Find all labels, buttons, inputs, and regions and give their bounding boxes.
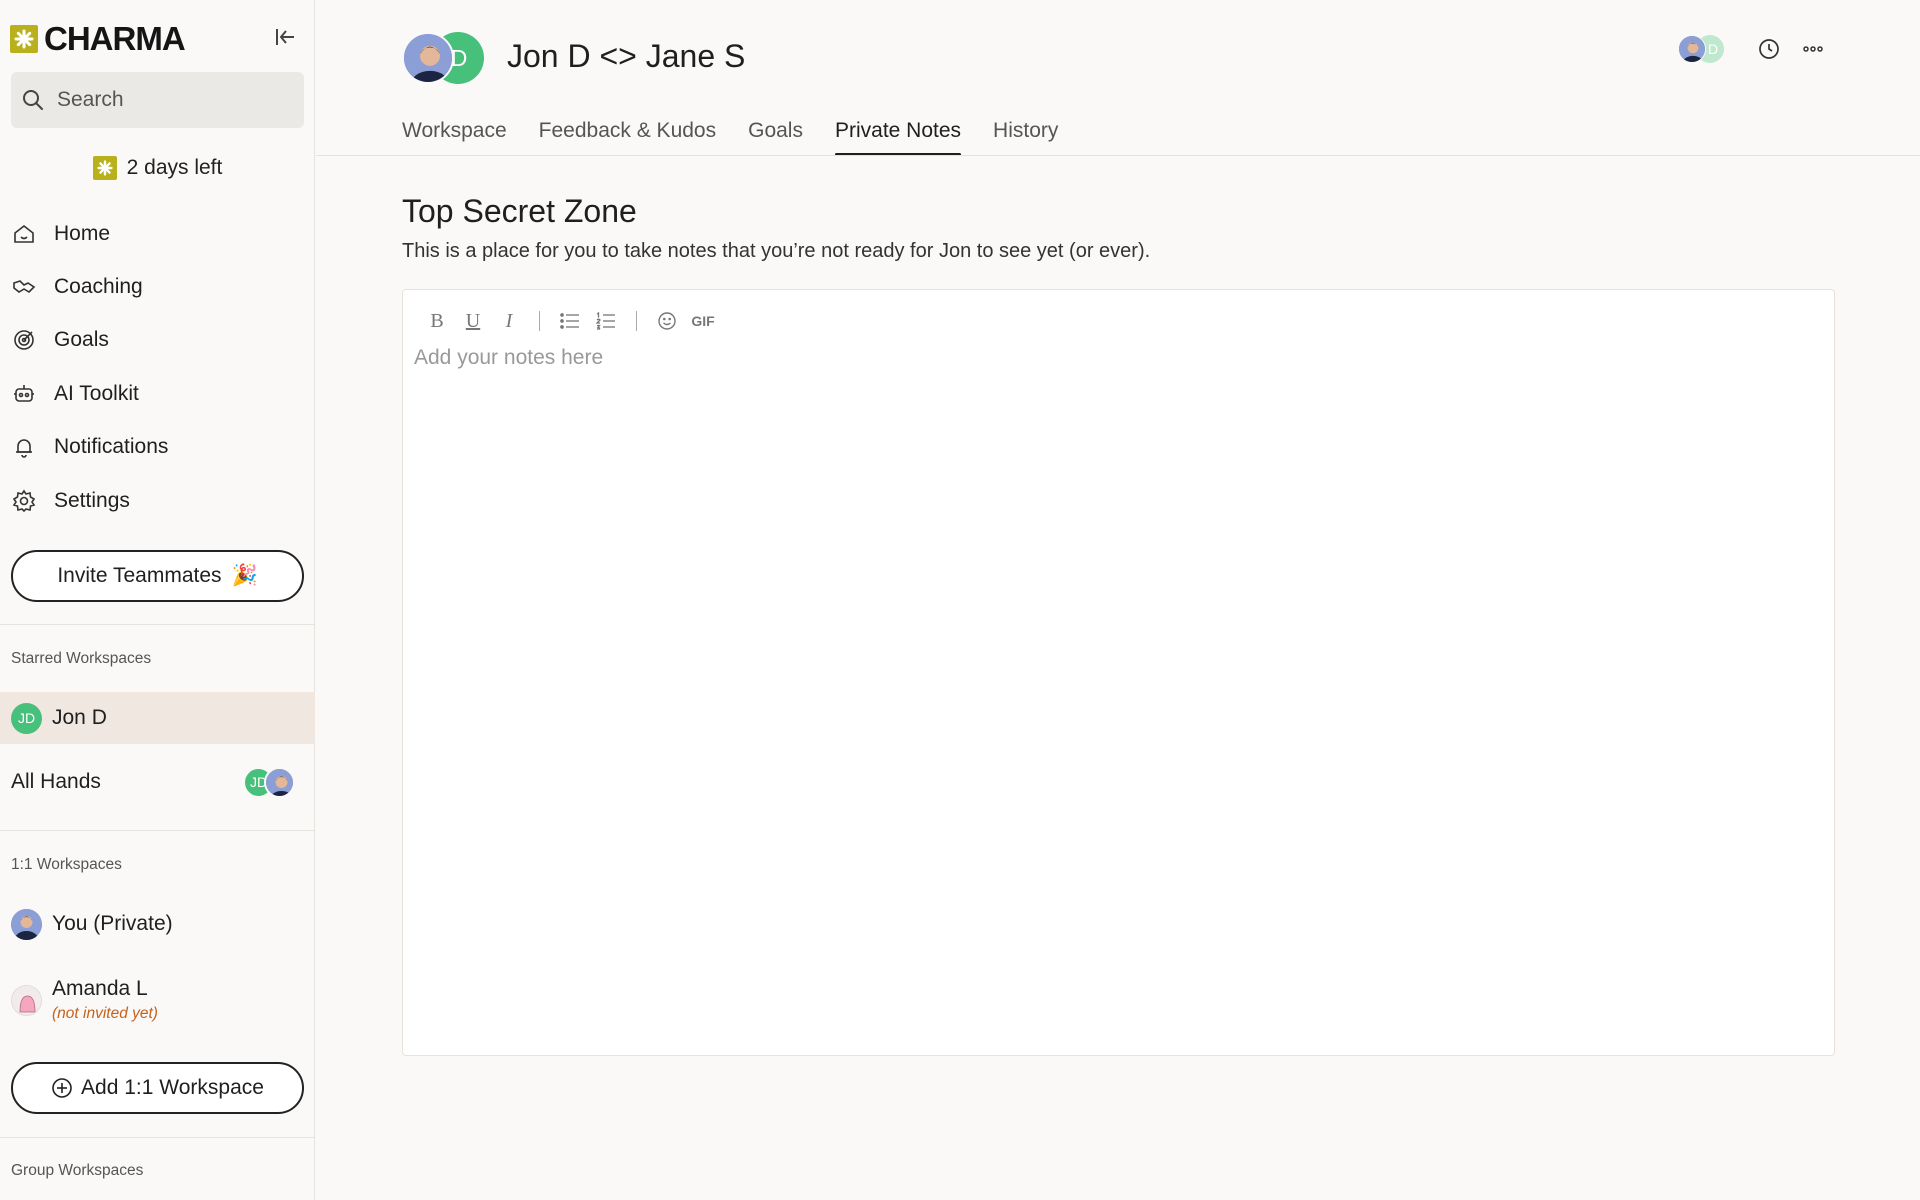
more-options-button[interactable] — [1798, 34, 1828, 64]
numbered-list-icon — [596, 312, 615, 330]
robot-icon — [14, 384, 34, 402]
sidebar-item-label: Coaching — [54, 275, 143, 299]
tab-history[interactable]: History — [993, 116, 1058, 156]
brand-name: CHARMA — [44, 20, 186, 57]
avatar — [264, 766, 295, 798]
gif-button[interactable]: GIF — [685, 306, 721, 336]
avatar: JD — [11, 702, 42, 734]
charma-logo-icon — [92, 156, 117, 180]
collapse-left-icon — [276, 29, 294, 45]
bullet-list-icon — [560, 313, 579, 329]
search-icon — [23, 90, 43, 110]
history-button[interactable] — [1754, 34, 1784, 64]
coaching-icon — [13, 280, 36, 294]
members-avatar-stack[interactable]: D — [1678, 35, 1724, 63]
workspace-label: All Hands — [11, 770, 101, 793]
editor-toolbar: B U I GIF — [419, 306, 721, 336]
workspace-text: Amanda L (not invited yet) — [52, 977, 158, 1023]
divider — [0, 1137, 315, 1138]
plus-circle-icon — [52, 1078, 72, 1098]
add-one-on-one-workspace-button[interactable]: Add 1:1 Workspace — [11, 1062, 304, 1114]
tab-private-notes[interactable]: Private Notes — [834, 116, 962, 156]
sidebar-item-goals[interactable]: Goals — [0, 314, 315, 367]
sidebar-item-label: Home — [54, 221, 111, 245]
emoji-button[interactable] — [649, 306, 685, 336]
avatar — [11, 984, 42, 1016]
add-workspace-label: Add 1:1 Workspace — [81, 1076, 264, 1099]
underline-button[interactable]: U — [455, 306, 491, 336]
workspace-item-all-hands[interactable]: All Hands JD — [0, 756, 315, 808]
sidebar-item-home[interactable]: Home — [0, 207, 315, 260]
collapse-sidebar-button[interactable] — [270, 24, 300, 50]
search-input[interactable] — [57, 88, 277, 112]
bold-icon: B — [430, 309, 444, 332]
main-content: D Jon D <> Jane S D Workspace Feedback &… — [316, 0, 1920, 1200]
invite-status-note: (not invited yet) — [52, 1005, 158, 1022]
tab-feedback-kudos[interactable]: Feedback & Kudos — [539, 116, 716, 156]
target-icon — [14, 330, 34, 351]
participant-avatars: D — [402, 32, 484, 84]
page-title: Jon D <> Jane S — [507, 38, 746, 74]
italic-icon: I — [505, 309, 513, 332]
smiley-icon — [658, 312, 676, 330]
divider — [0, 624, 315, 625]
sidebar-nav: Home Coaching Goals AI Toolkit Notificat… — [0, 207, 315, 527]
workspace-label: Amanda L — [52, 977, 148, 1000]
invite-label: Invite Teammates — [57, 564, 222, 587]
sidebar-item-settings[interactable]: Settings — [0, 474, 315, 527]
brand-logo[interactable]: CHARMA — [10, 20, 186, 57]
avatar — [1678, 35, 1706, 63]
bullet-list-button[interactable] — [552, 306, 588, 336]
gear-icon — [12, 489, 36, 512]
section-description: This is a place for you to take notes th… — [402, 240, 1151, 262]
trial-label: 2 days left — [126, 156, 223, 179]
party-popper-icon: 🎉 — [231, 564, 258, 587]
numbered-list-button[interactable] — [588, 306, 624, 336]
starred-workspaces-heading: Starred Workspaces — [11, 650, 152, 667]
more-horizontal-icon — [1803, 46, 1823, 52]
toolbar-separator — [636, 311, 637, 331]
trial-banner[interactable]: 2 days left — [0, 152, 315, 184]
workspace-item-jon-d[interactable]: JD Jon D — [0, 692, 315, 744]
section-title: Top Secret Zone — [402, 193, 637, 229]
search-box[interactable] — [11, 72, 304, 128]
italic-button[interactable]: I — [491, 306, 527, 336]
divider — [316, 155, 1920, 156]
sidebar-item-notifications[interactable]: Notifications — [0, 421, 315, 474]
clock-icon — [1759, 39, 1779, 59]
sidebar-item-label: Notifications — [54, 435, 169, 459]
avatar — [11, 908, 42, 940]
header-actions: D — [1678, 34, 1828, 64]
gif-icon: GIF — [691, 313, 715, 329]
tab-goals[interactable]: Goals — [748, 116, 803, 156]
underline-icon: U — [465, 309, 481, 332]
sidebar-item-label: Goals — [54, 328, 109, 352]
workspace-item-you-private[interactable]: You (Private) — [0, 898, 315, 950]
charma-logo-icon — [10, 25, 38, 53]
notes-editor: B U I GIF — [402, 289, 1835, 1056]
notes-input[interactable] — [414, 346, 1814, 1036]
sidebar-item-label: Settings — [54, 488, 130, 512]
one-on-one-workspaces-heading: 1:1 Workspaces — [11, 856, 122, 873]
home-icon — [14, 224, 34, 243]
sidebar: CHARMA 2 days left Home Coaching Goals A… — [0, 0, 315, 1200]
avatar — [402, 32, 454, 84]
sidebar-item-ai-toolkit[interactable]: AI Toolkit — [0, 367, 315, 420]
workspace-label: You (Private) — [52, 912, 173, 935]
sidebar-item-coaching[interactable]: Coaching — [0, 260, 315, 313]
tab-workspace[interactable]: Workspace — [402, 116, 507, 156]
avatar-stack: JD — [243, 766, 295, 798]
group-workspaces-heading: Group Workspaces — [11, 1162, 144, 1179]
bold-button[interactable]: B — [419, 306, 455, 336]
workspace-item-amanda-l[interactable]: Amanda L (not invited yet) — [0, 968, 315, 1032]
bell-icon — [16, 439, 32, 459]
invite-teammates-button[interactable]: Invite Teammates 🎉 — [11, 550, 304, 602]
divider — [0, 830, 315, 831]
workspace-label: Jon D — [52, 706, 107, 729]
workspace-tabs: Workspace Feedback & Kudos Goals Private… — [402, 116, 1058, 156]
sidebar-item-label: AI Toolkit — [54, 381, 139, 405]
toolbar-separator — [539, 311, 540, 331]
